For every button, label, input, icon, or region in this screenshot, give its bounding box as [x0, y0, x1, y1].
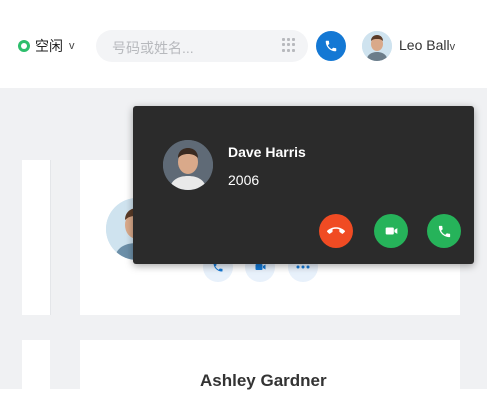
- top-bar: 空闲 v 号码或姓名... Leo Ballv: [0, 0, 487, 88]
- answer-call-button[interactable]: [427, 214, 461, 248]
- search-input[interactable]: 号码或姓名...: [112, 38, 194, 58]
- presence-dot-icon: [18, 40, 30, 52]
- decline-call-button[interactable]: [319, 214, 353, 248]
- user-menu[interactable]: Leo Ballv: [399, 37, 455, 53]
- answer-video-button[interactable]: [374, 214, 408, 248]
- contact-card-left: [22, 160, 51, 315]
- chevron-down-icon: v: [449, 41, 456, 53]
- phone-answer-icon: [438, 225, 450, 237]
- caller-number: 2006: [228, 172, 260, 188]
- contact-card-left-bottom: [22, 340, 50, 400]
- app-window: 空闲 v 号码或姓名... Leo Ballv Ashley Gardner D…: [0, 0, 487, 400]
- caller-name: Dave Harris: [228, 144, 306, 160]
- presence-status[interactable]: 空闲 v: [18, 36, 75, 56]
- search-box[interactable]: 号码或姓名...: [96, 30, 308, 62]
- call-button[interactable]: [316, 31, 346, 61]
- video-camera-icon: [385, 227, 397, 235]
- contact-card-bottom: [80, 340, 460, 400]
- more-dots-icon: [296, 265, 310, 269]
- chevron-down-icon: v: [69, 40, 75, 52]
- incoming-call-popup: Dave Harris 2006: [133, 106, 474, 264]
- phone-hangup-icon: [327, 227, 345, 234]
- user-name-label: Leo Ball: [399, 37, 450, 53]
- presence-label: 空闲: [35, 38, 63, 54]
- caller-avatar: [163, 140, 213, 190]
- dialpad-icon[interactable]: [282, 38, 296, 52]
- user-avatar[interactable]: [362, 31, 392, 61]
- contact-name: Ashley Gardner: [200, 371, 327, 390]
- phone-icon: [325, 40, 337, 52]
